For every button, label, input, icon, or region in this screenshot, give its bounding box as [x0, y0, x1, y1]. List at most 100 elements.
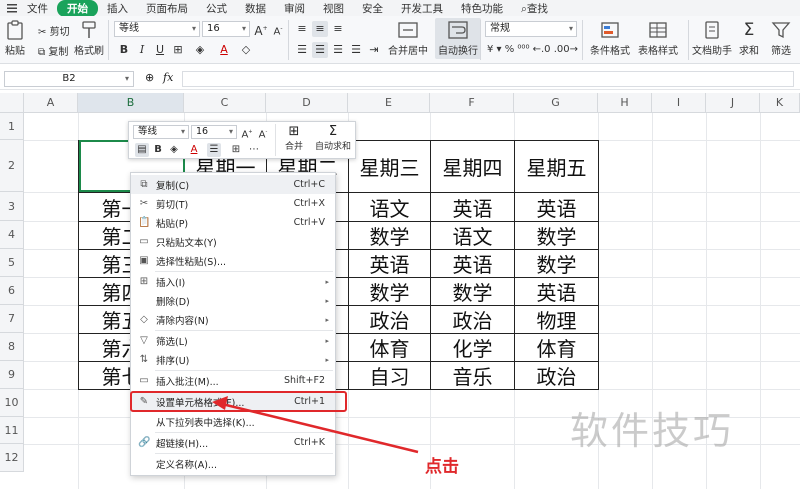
row-header-10[interactable]: 10	[0, 389, 24, 417]
column-header-k[interactable]: K	[760, 93, 800, 113]
cut-button[interactable]: ✂ 剪切	[38, 23, 70, 38]
paste-button[interactable]: 粘贴	[4, 20, 26, 57]
column-header-d[interactable]: D	[266, 93, 348, 113]
menu-page-layout[interactable]: 页面布局	[137, 1, 197, 16]
menu-review[interactable]: 审阅	[275, 1, 314, 16]
fill-color-icon[interactable]: ◈	[192, 42, 208, 58]
align-top-icon[interactable]: ≡	[294, 21, 310, 37]
font-size-select[interactable]: 16 ▾	[202, 21, 250, 37]
subject-cell[interactable]: 体育	[515, 334, 598, 361]
menu-view[interactable]: 视图	[314, 1, 353, 16]
fx-icon[interactable]: fx	[163, 71, 173, 84]
column-header-i[interactable]: I	[652, 93, 706, 113]
menu-insert[interactable]: 插入	[98, 1, 137, 16]
subject-cell[interactable]: 政治	[515, 362, 598, 389]
align-left-icon[interactable]: ☰	[294, 42, 310, 58]
context-menu-copy[interactable]: ⧉ 复制(C) Ctrl+C	[131, 175, 335, 194]
wrap-text-button[interactable]: 自动换行	[435, 18, 481, 59]
increase-font-icon[interactable]: A+	[240, 125, 254, 140]
row-header-12[interactable]: 12	[0, 444, 24, 472]
subject-cell[interactable]: 政治	[431, 306, 514, 333]
copy-button[interactable]: ⧉ 复制	[38, 43, 68, 58]
context-menu-clear[interactable]: ◇ 清除内容(N) ▸	[131, 310, 335, 329]
context-menu-hyperlink[interactable]: 🔗 超链接(H)... Ctrl+K	[131, 433, 335, 452]
context-menu-paste[interactable]: 📋 粘贴(P) Ctrl+V	[131, 213, 335, 232]
mini-font-name-select[interactable]: 等线 ▾	[133, 125, 189, 139]
table-style-button[interactable]: 表格样式	[638, 20, 678, 57]
subject-cell[interactable]: 数学	[431, 278, 514, 305]
context-menu-cut[interactable]: ✂ 剪切(T) Ctrl+X	[131, 194, 335, 213]
increase-font-icon[interactable]: A+	[253, 21, 269, 38]
font-color-icon[interactable]: A	[216, 42, 232, 58]
header-cell[interactable]: 星期五	[515, 141, 598, 192]
row-header-5[interactable]: 5	[0, 249, 24, 277]
document-helper-button[interactable]: 文档助手	[692, 20, 732, 57]
context-menu-insert[interactable]: ⊞ 插入(I) ▸	[131, 272, 335, 291]
subject-cell[interactable]: 自习	[349, 362, 430, 389]
menu-data[interactable]: 数据	[236, 1, 275, 16]
menu-special-features[interactable]: 特色功能	[452, 1, 512, 16]
column-header-b[interactable]: B	[78, 93, 184, 113]
menu-formulas[interactable]: 公式	[197, 1, 236, 16]
menu-search[interactable]: ⌕查找	[512, 1, 557, 16]
subject-cell[interactable]: 英语	[431, 250, 514, 277]
column-header-e[interactable]: E	[348, 93, 430, 113]
filter-button[interactable]: 筛选	[770, 20, 792, 57]
formula-input[interactable]	[182, 71, 794, 87]
number-format-select[interactable]: 常规 ▾	[485, 21, 577, 37]
borders-icon[interactable]: ⊞	[170, 42, 186, 58]
context-menu-sort[interactable]: ⇅ 排序(U) ▸	[131, 350, 335, 369]
clear-format-icon[interactable]: ◇	[238, 42, 254, 58]
column-header-h[interactable]: H	[598, 93, 652, 113]
row-header-1[interactable]: 1	[0, 113, 24, 140]
subject-cell[interactable]: 体育	[349, 334, 430, 361]
context-menu-paste-special[interactable]: ▣ 选择性粘贴(S)...	[131, 251, 335, 270]
subject-cell[interactable]: 数学	[515, 222, 598, 249]
menu-file[interactable]: 文件	[18, 1, 57, 16]
subject-cell[interactable]: 化学	[431, 334, 514, 361]
row-header-6[interactable]: 6	[0, 277, 24, 305]
subject-cell[interactable]: 物理	[515, 306, 598, 333]
name-box[interactable]: B2 ▾	[4, 71, 134, 87]
context-menu-define-name[interactable]: 定义名称(A)...	[131, 454, 335, 473]
bold-icon[interactable]: B	[151, 143, 165, 157]
row-header-4[interactable]: 4	[0, 221, 24, 249]
row-header-3[interactable]: 3	[0, 192, 24, 221]
currency-icon[interactable]: ¥ ▾ % ⁰⁰⁰ ←.0 .00→	[487, 44, 578, 55]
fill-color-icon[interactable]: ◈	[167, 143, 181, 157]
context-menu-pick-from-list[interactable]: 从下拉列表中选择(K)...	[131, 412, 335, 431]
subject-cell[interactable]: 英语	[349, 250, 430, 277]
row-header-8[interactable]: 8	[0, 333, 24, 361]
header-cell[interactable]: 星期四	[431, 141, 514, 192]
decrease-font-icon[interactable]: A-	[256, 125, 270, 140]
context-menu-filter[interactable]: ▽ 筛选(L) ▸	[131, 331, 335, 350]
context-menu-insert-comment[interactable]: ▭ 插入批注(M)... Shift+F2	[131, 371, 335, 390]
subject-cell[interactable]: 数学	[349, 278, 430, 305]
italic-icon[interactable]: I	[134, 42, 150, 58]
sum-button[interactable]: Σ 求和	[738, 20, 760, 57]
subject-cell[interactable]: 数学	[349, 222, 430, 249]
font-name-select[interactable]: 等线 ▾	[114, 21, 200, 37]
indent-icon[interactable]: ⇥	[366, 42, 382, 58]
subject-cell[interactable]: 语文	[431, 222, 514, 249]
column-header-a[interactable]: A	[24, 93, 78, 113]
borders-icon[interactable]: ⊞	[229, 143, 243, 157]
align-bottom-icon[interactable]: ≡	[330, 21, 346, 37]
context-menu-paste-text[interactable]: ▭ 只粘贴文本(Y)	[131, 232, 335, 251]
bold-icon[interactable]: B	[116, 42, 132, 58]
column-header-g[interactable]: G	[514, 93, 598, 113]
align-right-icon[interactable]: ☰	[330, 42, 346, 58]
column-header-f[interactable]: F	[430, 93, 514, 113]
row-header-9[interactable]: 9	[0, 361, 24, 389]
subject-cell[interactable]: 英语	[431, 193, 514, 221]
mini-font-size-select[interactable]: 16 ▾	[191, 125, 237, 139]
align-middle-icon[interactable]: ≡	[312, 21, 328, 37]
underline-icon[interactable]: U	[152, 42, 168, 58]
subject-cell[interactable]: 英语	[515, 278, 598, 305]
menu-developer[interactable]: 开发工具	[392, 1, 452, 16]
subject-cell[interactable]: 音乐	[431, 362, 514, 389]
header-cell[interactable]: 星期三	[349, 141, 430, 192]
conditional-format-button[interactable]: 条件格式	[590, 20, 630, 57]
justify-icon[interactable]: ☰	[348, 42, 364, 58]
mini-merge-button[interactable]: ⊞ 合并	[279, 124, 309, 152]
